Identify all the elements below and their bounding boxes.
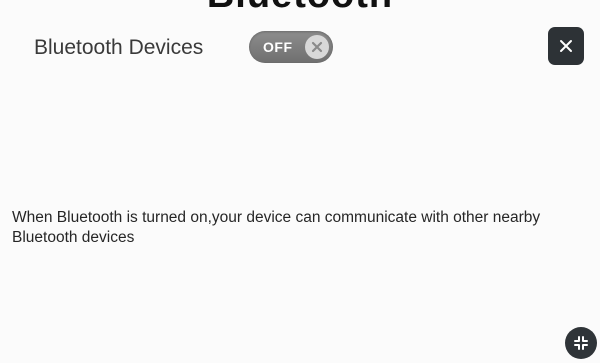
collapse-button[interactable]	[565, 327, 597, 359]
bluetooth-toggle[interactable]: OFF	[249, 31, 333, 63]
bluetooth-settings-panel: Bluetooth Bluetooth Devices OFF When Blu…	[0, 0, 600, 363]
page-title: Bluetooth	[0, 0, 600, 17]
x-circle-icon	[305, 35, 329, 59]
close-button[interactable]	[548, 27, 584, 65]
toggle-state-label: OFF	[263, 39, 293, 55]
bluetooth-description: When Bluetooth is turned on,your device …	[12, 209, 541, 246]
collapse-icon	[574, 336, 588, 350]
close-icon	[560, 40, 572, 52]
bluetooth-devices-label: Bluetooth Devices	[34, 36, 204, 59]
